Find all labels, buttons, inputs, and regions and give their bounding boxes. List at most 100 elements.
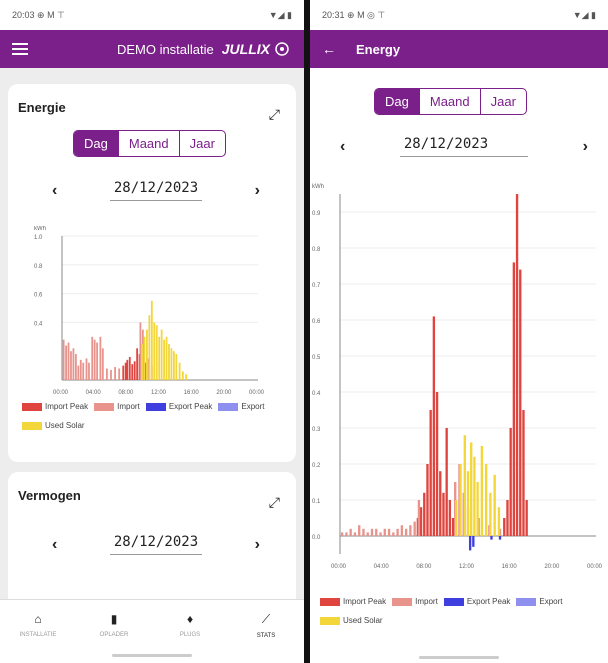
- jullix-logo-icon: [275, 42, 289, 56]
- x-tick-label: 20:00: [216, 390, 232, 396]
- date-field[interactable]: 28/12/2023: [399, 136, 529, 157]
- previous-day-button[interactable]: ‹: [52, 536, 57, 554]
- app-bar: ← Energy: [310, 30, 608, 68]
- installation-title: DEMO installatie: [116, 41, 214, 57]
- y-tick-label: 0.6: [312, 319, 321, 325]
- bar-import: [82, 362, 85, 380]
- menu-icon[interactable]: [12, 43, 28, 55]
- y-tick-label: 0.8: [312, 247, 321, 253]
- bar-import: [106, 368, 108, 380]
- bar-used-solar: [480, 446, 484, 536]
- bar-import-peak: [429, 410, 432, 536]
- previous-day-button[interactable]: ‹: [52, 182, 57, 200]
- back-arrow-icon[interactable]: ←: [322, 41, 336, 57]
- bar-import: [370, 528, 374, 536]
- tab-maand[interactable]: Maand: [418, 89, 480, 114]
- bar-used-solar: [459, 464, 462, 536]
- bar-import-peak: [503, 518, 506, 536]
- bar-import: [70, 351, 72, 380]
- x-tick-label: 00:00: [249, 390, 265, 396]
- home-bolt-icon: ⌂: [34, 612, 42, 626]
- bar-import: [118, 368, 121, 380]
- bar-import: [139, 322, 142, 380]
- y-tick-label: 0.1: [312, 499, 321, 505]
- jullix-logo: JULLIX: [221, 41, 270, 57]
- bar-used-solar: [175, 354, 178, 380]
- app-bar: DEMO installatie JULLIX: [0, 30, 304, 68]
- next-day-button[interactable]: ›: [583, 138, 588, 156]
- bar-used-solar: [158, 336, 161, 380]
- bar-import: [362, 528, 365, 536]
- x-tick-label: 12:00: [459, 564, 475, 570]
- bar-import: [383, 528, 386, 536]
- bar-used-solar: [181, 371, 184, 380]
- expand-icon[interactable]: ⤢: [269, 494, 280, 511]
- chart-legend: Import Peak Import Export Peak Export Us…: [320, 597, 600, 635]
- bar-import: [77, 365, 80, 380]
- x-tick-label: 04:00: [86, 390, 102, 396]
- previous-day-button[interactable]: ‹: [340, 138, 345, 156]
- date-field[interactable]: 28/12/2023: [109, 180, 203, 201]
- nav-installatie[interactable]: ⌂ INSTALLATIE: [3, 600, 73, 663]
- status-icons: ▼◢ ▮: [268, 9, 292, 20]
- bar-export-peak: [498, 536, 502, 540]
- x-tick-label: 08:00: [416, 564, 432, 570]
- date-picker: ‹ 28/12/2023 ›: [52, 534, 260, 555]
- x-tick-label: 00:00: [331, 564, 347, 570]
- date-field[interactable]: 28/12/2023: [109, 534, 203, 555]
- bar-import: [340, 532, 344, 536]
- bar-import: [404, 528, 408, 536]
- bar-used-solar: [466, 471, 470, 536]
- bar-used-solar: [493, 474, 496, 536]
- next-day-button[interactable]: ›: [255, 182, 260, 200]
- legend-import-peak: Import Peak: [22, 402, 88, 411]
- bar-import: [396, 528, 399, 536]
- period-toggle: Dag Maand Jaar: [73, 130, 226, 157]
- y-tick-label: 0.0: [312, 535, 321, 541]
- period-toggle: Dag Maand Jaar: [374, 88, 527, 115]
- bar-used-solar: [146, 329, 148, 380]
- x-tick-label: 04:00: [374, 564, 390, 570]
- status-time: 20:31 ⊕ M ◎ ⊤: [322, 9, 386, 20]
- page-title: Energy: [356, 41, 401, 57]
- bar-used-solar: [170, 348, 173, 380]
- legend-import-peak: Import Peak: [320, 597, 386, 606]
- y-axis-unit-label: kWh: [34, 226, 46, 232]
- x-tick-label: 08:00: [118, 390, 134, 396]
- tab-maand[interactable]: Maand: [117, 131, 179, 156]
- tab-jaar[interactable]: Jaar: [178, 131, 225, 156]
- bar-used-solar: [172, 351, 175, 380]
- chart-legend: Import Peak Import Export Peak Export Us…: [22, 402, 292, 440]
- tab-dag[interactable]: Dag: [375, 89, 419, 114]
- bar-export-peak: [490, 536, 493, 540]
- bar-used-solar: [153, 322, 156, 380]
- bar-import: [74, 354, 77, 380]
- bar-import-peak: [435, 392, 439, 536]
- x-tick-label: 20:00: [544, 564, 560, 570]
- bar-used-solar: [463, 435, 466, 536]
- bar-import-peak: [128, 356, 131, 380]
- bar-import-peak: [448, 500, 452, 536]
- next-day-button[interactable]: ›: [255, 536, 260, 554]
- bar-used-solar: [143, 336, 146, 380]
- bar-import: [358, 525, 361, 536]
- bar-import: [85, 358, 88, 380]
- bar-import-peak: [426, 464, 429, 536]
- tab-jaar[interactable]: Jaar: [479, 89, 526, 114]
- x-tick-label: 00:00: [587, 564, 603, 570]
- bar-import: [93, 339, 96, 380]
- bar-import: [96, 342, 99, 380]
- bar-import: [91, 336, 94, 380]
- bar-used-solar: [148, 315, 151, 380]
- tab-dag[interactable]: Dag: [74, 131, 118, 156]
- bar-import-peak: [131, 364, 134, 380]
- bar-import-peak: [445, 428, 448, 536]
- bar-import-peak: [419, 507, 423, 536]
- nav-stats[interactable]: ⟋ STATS: [231, 600, 301, 663]
- y-tick-label: 0.8: [34, 264, 43, 270]
- x-tick-label: 12:00: [151, 390, 167, 396]
- bar-import: [379, 532, 382, 536]
- bar-import-peak: [136, 348, 139, 380]
- bar-used-solar: [185, 374, 188, 380]
- expand-icon[interactable]: ⤢: [269, 106, 280, 123]
